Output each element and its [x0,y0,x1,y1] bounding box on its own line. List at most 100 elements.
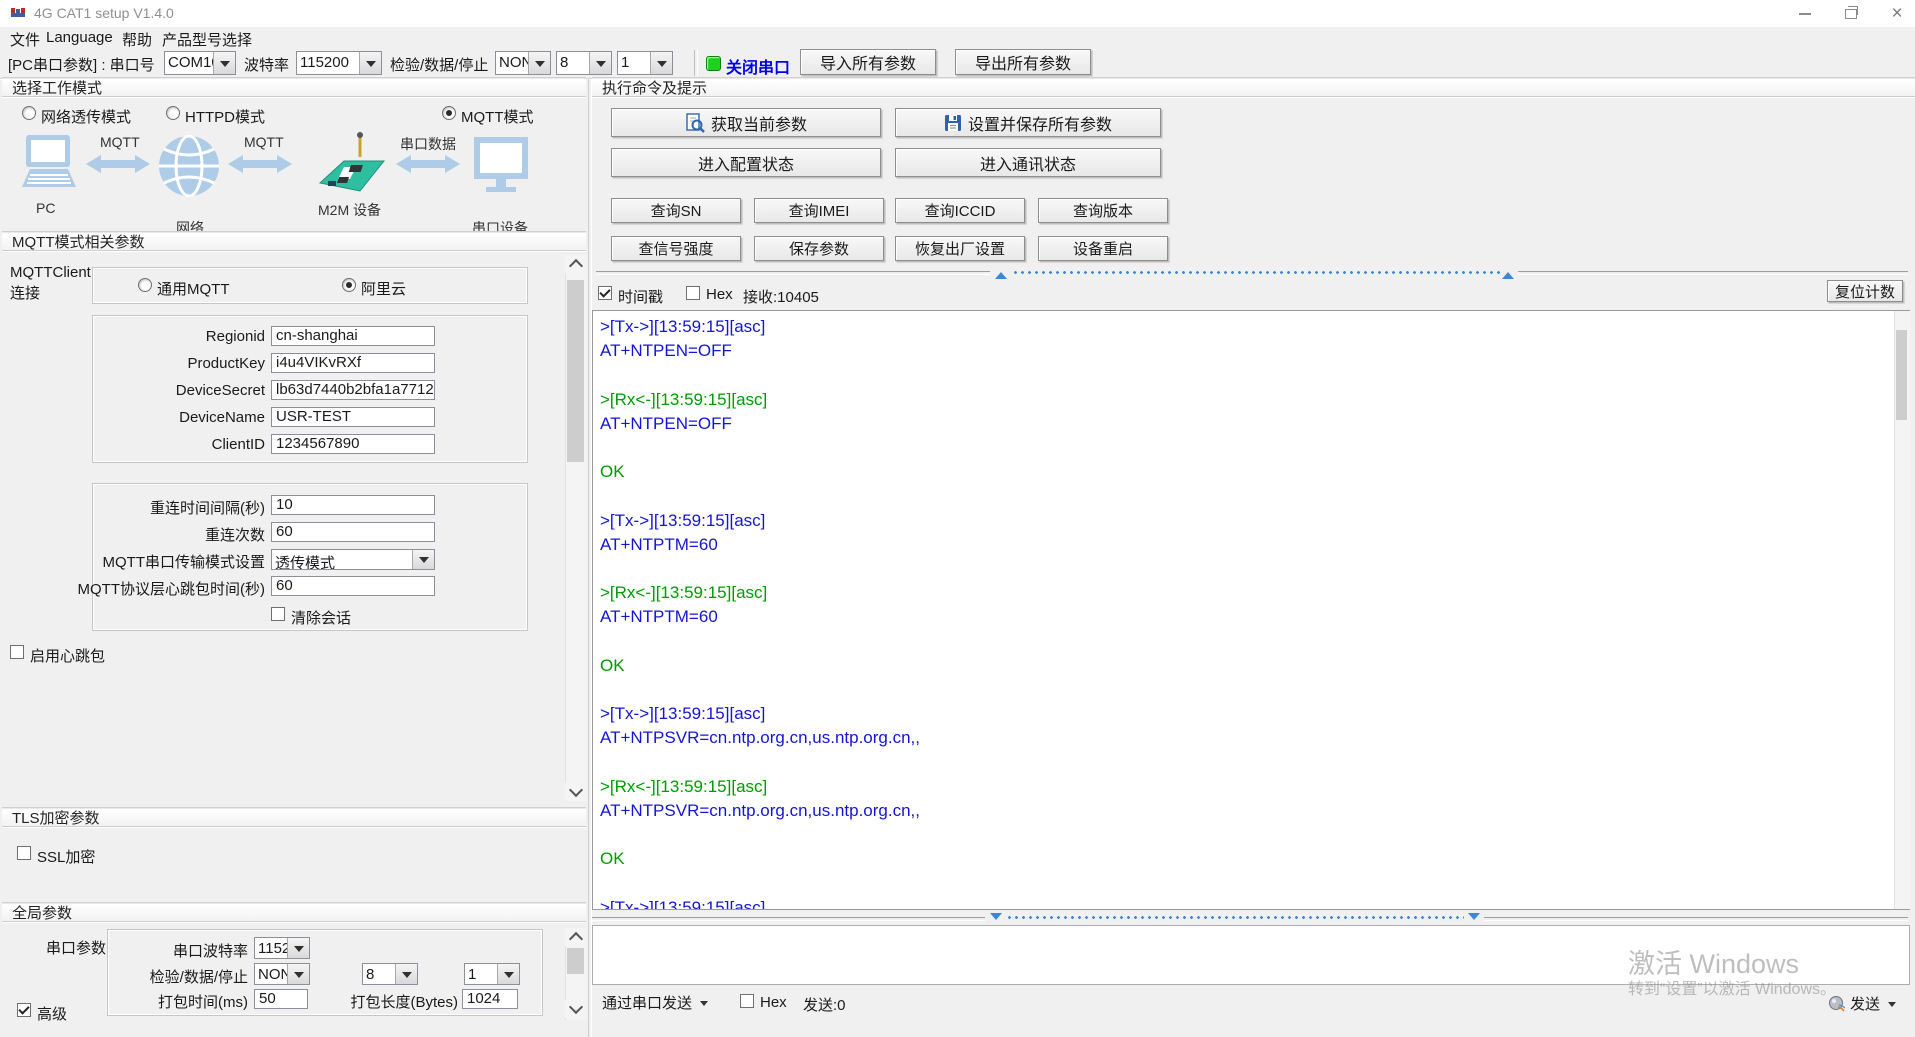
factory-reset-button[interactable]: 恢复出厂设置 [895,236,1025,261]
global-data-bits-select[interactable]: 8 [362,963,418,985]
splitter-collapse-icon[interactable] [1502,266,1514,279]
productkey-field[interactable]: i4u4VIKvRXf [271,353,435,373]
advanced-checkbox[interactable] [17,1003,31,1017]
parity-select[interactable]: NONI [495,51,551,75]
minimize-button[interactable] [1784,0,1826,27]
clear-session-checkbox[interactable] [271,607,285,621]
chevron-down-icon[interactable] [497,964,519,984]
query-iccid-button[interactable]: 查询ICCID [895,198,1025,223]
close-port-button[interactable]: 关闭串口 [726,54,790,78]
send-via-serial-dropdown[interactable]: 通过串口发送 [602,992,708,1013]
log-line: >[Rx<-][13:59:15][asc] [600,581,1909,605]
menu-file[interactable]: 文件 [10,29,40,50]
log-line: >[Tx->][13:59:15][asc] [600,896,1909,911]
chevron-down-icon[interactable] [412,550,434,569]
reconnect-count-field[interactable]: 60 [271,522,435,542]
scrollbar-thumb[interactable] [567,948,584,974]
devicesecret-field[interactable]: lb63d7440b2bfa1a77121d09 [271,380,435,400]
keepalive-field[interactable]: 60 [271,576,435,596]
device-restart-button[interactable]: 设备重启 [1038,236,1168,261]
reset-count-button[interactable]: 复位计数 [1827,280,1903,302]
enter-config-button[interactable]: 进入配置状态 [611,148,881,177]
import-params-button[interactable]: 导入所有参数 [800,49,936,75]
set-save-params-label: 设置并保存所有参数 [968,111,1112,135]
splitter-handle[interactable] [1006,915,1464,920]
splitter-handle[interactable] [1012,270,1500,275]
scroll-down-icon[interactable] [565,783,586,801]
query-version-button[interactable]: 查询版本 [1038,198,1168,223]
export-params-button[interactable]: 导出所有参数 [955,49,1091,75]
scroll-down-icon[interactable] [565,1000,586,1018]
window-title: 4G CAT1 setup V1.4.0 [34,5,174,21]
log-line [600,823,1909,847]
chevron-down-icon[interactable] [528,52,550,74]
log-line: AT+NTPSVR=cn.ntp.org.cn,us.ntp.org.cn,, [600,799,1909,823]
send-button[interactable]: 发送 [1828,993,1896,1014]
radio-mqtt-mode[interactable] [442,106,456,120]
log-line [600,436,1909,460]
global-stop-bits-value: 1 [465,964,497,984]
heartbeat-checkbox[interactable] [10,645,24,659]
menu-help[interactable]: 帮助 [122,29,152,50]
timestamp-checkbox[interactable] [598,286,612,300]
send-input-area[interactable] [592,925,1910,985]
close-icon: × [1891,4,1902,23]
radio-httpd-mode[interactable] [166,106,180,120]
radio-aliyun[interactable] [342,278,356,292]
clientid-field[interactable]: 1234567890 [271,434,435,454]
ssl-checkbox[interactable] [17,846,31,860]
chevron-down-icon[interactable] [213,52,235,74]
pack-time-label: 打包时间(ms) [128,991,248,1012]
chevron-down-icon[interactable] [287,938,309,958]
menu-product-model[interactable]: 产品型号选择 [162,29,252,50]
log-line: >[Rx<-][13:59:15][asc] [600,388,1909,412]
stop-bits-select[interactable]: 1 [617,51,673,75]
log-line: AT+NTPEN=OFF [600,412,1909,436]
log-line: OK [600,847,1909,871]
chevron-down-icon[interactable] [395,964,417,984]
radio-transparent-mode[interactable] [22,106,36,120]
set-save-params-button[interactable]: 设置并保存所有参数 [895,108,1161,137]
transfer-mode-label: MQTT串口传输模式设置 [85,551,265,572]
chevron-down-icon[interactable] [589,52,611,74]
log-scrollbar-thumb[interactable] [1896,330,1907,420]
chevron-down-icon[interactable] [359,52,381,74]
regionid-field[interactable]: cn-shanghai [271,326,435,346]
save-params-button[interactable]: 保存参数 [754,236,884,261]
reconnect-interval-field[interactable]: 10 [271,495,435,515]
pack-len-field[interactable]: 1024 [462,989,518,1009]
scroll-up-icon[interactable] [565,255,586,273]
baud-select[interactable]: 115200 [296,51,382,75]
log-line: AT+NTPTM=60 [600,533,1909,557]
enter-comm-button[interactable]: 进入通讯状态 [895,148,1161,177]
reconnect-interval-label: 重连时间间隔(秒) [105,497,265,518]
global-parity-select[interactable]: NONE [254,963,310,985]
restore-button[interactable] [1830,0,1872,27]
menu-language[interactable]: Language [46,29,113,46]
chevron-down-icon[interactable] [287,964,309,984]
global-baud-select[interactable]: 115200 [254,937,310,959]
diagram-pc-label: PC [36,200,55,216]
rx-hex-checkbox[interactable] [686,286,700,300]
get-params-button[interactable]: 获取当前参数 [611,108,881,137]
chevron-down-icon[interactable] [650,52,672,74]
query-sn-button[interactable]: 查询SN [611,198,741,223]
log-line [600,871,1909,895]
log-area[interactable]: >[Tx->][13:59:15][asc]AT+NTPEN=OFF>[Rx<-… [592,310,1910,910]
transfer-mode-select[interactable]: 透传模式 [271,549,435,570]
tx-hex-checkbox[interactable] [740,994,754,1008]
splitter-collapse-icon[interactable] [995,266,1007,279]
com-port-select[interactable]: COM10 [164,51,236,75]
scroll-up-icon[interactable] [565,928,586,946]
heartbeat-label: 启用心跳包 [30,645,105,666]
radio-generic-mqtt[interactable] [138,278,152,292]
global-stop-bits-select[interactable]: 1 [464,963,520,985]
devicename-field[interactable]: USR-TEST [271,407,435,427]
close-button[interactable]: × [1876,0,1915,27]
data-bits-select[interactable]: 8 [556,51,612,75]
query-signal-button[interactable]: 查信号强度 [611,236,741,261]
query-imei-button[interactable]: 查询IMEI [754,198,884,223]
pack-time-field[interactable]: 50 [254,989,308,1009]
clear-session-label: 清除会话 [291,607,351,628]
scrollbar-thumb[interactable] [567,280,584,462]
